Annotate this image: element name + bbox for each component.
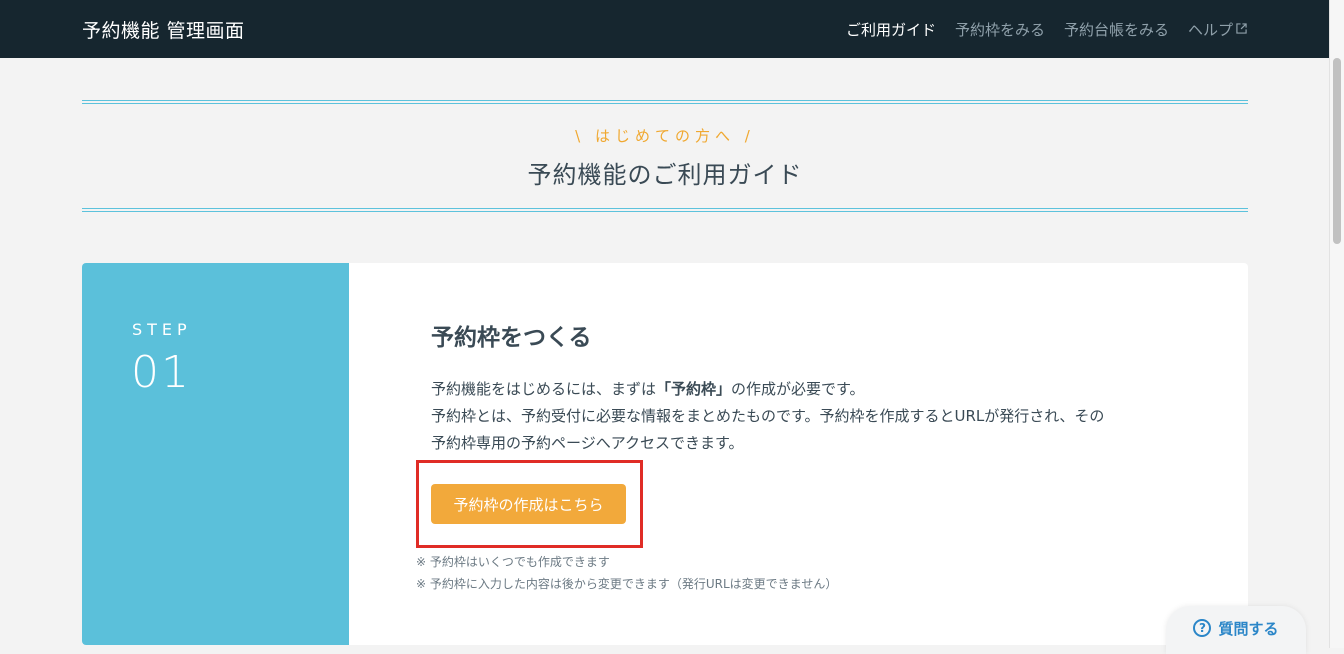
external-link-icon [1236,22,1247,34]
desc-strong: 「予約枠」 [656,380,732,398]
desc-text: 予約機能をはじめるには、まずは [431,380,657,398]
ask-question-label: 質問する [1218,619,1279,638]
desc-text: の作成が必要です。 [731,380,865,398]
step-card: STEP 01 予約枠をつくる 予約機能をはじめるには、まずは「予約枠」の作成が… [82,263,1248,645]
step-number: 01 [131,347,191,398]
page-scrollbar[interactable] [1329,0,1344,648]
create-slot-button[interactable]: 予約枠の作成はこちら [431,484,626,524]
nav-item-help[interactable]: ヘルプ [1188,19,1247,40]
question-circle-icon: ? [1193,619,1212,637]
guide-title: 予約機能のご利用ガイド [527,161,803,189]
step-title: 予約枠をつくる [431,325,592,351]
nav-item-help-label: ヘルプ [1187,20,1233,39]
nav-item-view-slots[interactable]: 予約枠をみる [955,19,1045,40]
step-desc-line-2: 予約枠とは、予約受付に必要な情報をまとめたものです。予約枠を作成するとURLが発… [431,407,1105,425]
step-body: 予約枠をつくる 予約機能をはじめるには、まずは「予約枠」の作成が必要です。 予約… [349,263,1248,645]
divider-top [82,100,1248,104]
nav-item-guide[interactable]: ご利用ガイド [846,19,936,40]
step-description: 予約機能をはじめるには、まずは「予約枠」の作成が必要です。 予約枠とは、予約受付… [431,376,1211,457]
step-desc-line-1: 予約機能をはじめるには、まずは「予約枠」の作成が必要です。 [431,376,1211,403]
nav-item-view-ledger[interactable]: 予約台帳をみる [1064,19,1169,40]
step-desc-line-3: 予約枠専用の予約ページへアクセスできます。 [431,434,744,452]
divider-bottom [82,208,1248,212]
scrollbar-thumb[interactable] [1333,58,1341,244]
note-item: ※ 予約枠はいくつでも作成できます [416,555,610,569]
guide-eyebrow: \ はじめての方へ / [575,127,755,145]
step-side-panel: STEP 01 [82,263,349,645]
top-navigation-bar: 予約機能 管理画面 ご利用ガイド 予約枠をみる 予約台帳をみる ヘルプ [0,0,1329,58]
step-label: STEP [132,320,192,339]
ask-question-button[interactable]: ? 質問する [1166,606,1306,654]
guide-heading: \ はじめての方へ / 予約機能のご利用ガイド [82,100,1248,213]
main-nav: ご利用ガイド 予約枠をみる 予約台帳をみる ヘルプ [846,19,1247,40]
app-title: 予約機能 管理画面 [82,19,245,42]
note-item: ※ 予約枠に入力した内容は後から変更できます（発行URLは変更できません） [416,577,838,591]
